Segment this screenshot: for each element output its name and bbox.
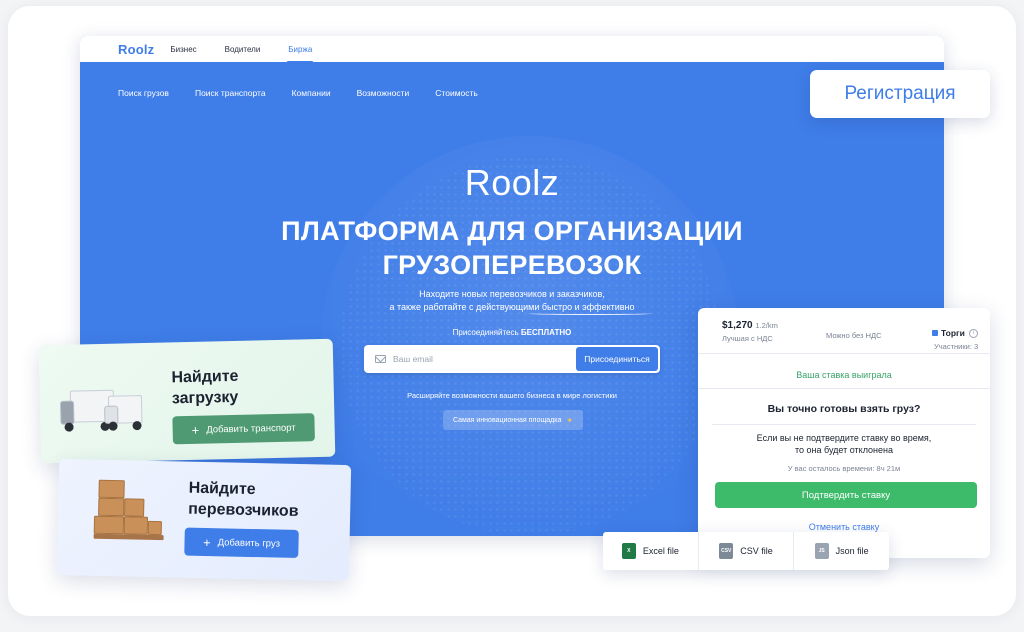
- mail-icon: [375, 355, 386, 363]
- export-excel-label: Excel file: [642, 546, 679, 556]
- bid-warning: Если вы не подтвердите ставку во время, …: [698, 432, 990, 456]
- participants-count: Участники: 3: [934, 342, 979, 351]
- export-csv-label: CSV file: [740, 546, 773, 556]
- confirm-bid-button[interactable]: Подтвердить ставку: [715, 482, 977, 508]
- price-per-km: 1.2/km: [755, 321, 778, 330]
- bid-won-text: Ваша ставка выиграла: [796, 370, 892, 380]
- nav-pricing[interactable]: Стоимость: [435, 88, 478, 98]
- divider: [712, 424, 976, 425]
- bid-timer: У вас осталось времени: 8ч 21м: [787, 464, 901, 473]
- find-cargo-title-line1: Найдите: [171, 367, 239, 387]
- price-value: $1,270: [722, 320, 753, 331]
- auction-text: Торги: [941, 328, 965, 338]
- nav-features[interactable]: Возможности: [357, 88, 410, 98]
- pallet: [93, 533, 164, 541]
- bid-question: Вы точно готовы взять груз?: [767, 403, 921, 415]
- box: [93, 515, 125, 535]
- cancel-bid-link[interactable]: Отменить ставку: [698, 522, 990, 532]
- underline-decoration: [528, 312, 652, 315]
- best-with-vat: Лучшая с НДС: [722, 334, 773, 343]
- boxes-illustration: [93, 476, 175, 544]
- brand-logo-small[interactable]: Roolz: [118, 42, 154, 57]
- json-file-icon: JS: [814, 543, 829, 559]
- van-wheel: [132, 421, 142, 431]
- email-input[interactable]: [393, 354, 576, 364]
- hero-title: ПЛАТФОРМА ДЛЯ ОРГАНИЗАЦИИ ГРУЗОПЕРЕВОЗОК: [80, 214, 944, 282]
- auction-label: Торги i: [932, 328, 978, 338]
- box: [98, 497, 125, 517]
- export-bar: X Excel file CSV CSV file JS Json file: [603, 532, 889, 570]
- join-free: БЕСПЛАТНО: [520, 328, 572, 337]
- export-json-label: Json file: [835, 546, 869, 556]
- main-nav: Поиск грузов Поиск транспорта Компании В…: [118, 88, 504, 98]
- nav-find-transport[interactable]: Поиск транспорта: [195, 88, 266, 98]
- nav-companies[interactable]: Компании: [292, 88, 331, 98]
- add-transport-label: Добавить транспорт: [206, 422, 296, 436]
- rocket-icon: ✦: [566, 415, 574, 425]
- truck-cab-large: [59, 400, 75, 425]
- csv-file-icon: CSV: [719, 543, 734, 559]
- van-wheel: [108, 421, 118, 431]
- find-cargo-title: Найдите загрузку: [171, 366, 239, 410]
- trucks-illustration: [59, 382, 171, 440]
- add-cargo-button[interactable]: + Добавить груз: [184, 527, 299, 558]
- info-icon[interactable]: i: [968, 328, 978, 338]
- add-transport-button[interactable]: + Добавить транспорт: [172, 413, 315, 445]
- nav-find-cargo[interactable]: Поиск грузов: [118, 88, 169, 98]
- join-prefix: Присоединяйтесь: [452, 328, 521, 337]
- bid-warning-line2: то она будет отклонена: [794, 445, 894, 455]
- top-bar: Roolz Бизнес Водители Биржа: [80, 36, 944, 63]
- box: [123, 516, 149, 535]
- join-button[interactable]: Присоединиться: [576, 347, 658, 371]
- hero-logo: Roolz: [464, 162, 560, 203]
- find-cargo-card: Найдите загрузку + Добавить транспорт: [38, 338, 336, 464]
- find-carrier-title: Найдите перевозчиков: [188, 478, 299, 522]
- find-carrier-title-line2: перевозчиков: [188, 500, 299, 520]
- bid-card: $1,270 1.2/km Лучшая с НДС Можно без НДС…: [698, 308, 990, 558]
- no-vat-label: Можно без НДС: [826, 331, 882, 340]
- excel-file-icon: X: [621, 543, 636, 559]
- export-json[interactable]: JS Json file: [794, 532, 889, 570]
- innovation-chip: Самая инновационная площадка ✦: [443, 410, 583, 430]
- hero-title-line2: ГРУЗОПЕРЕВОЗОК: [382, 250, 642, 280]
- topnav-exchange[interactable]: Биржа: [287, 45, 314, 63]
- bid-summary: $1,270 1.2/km Лучшая с НДС Можно без НДС…: [698, 308, 990, 354]
- add-cargo-label: Добавить груз: [217, 536, 281, 550]
- plus-icon: +: [202, 534, 211, 550]
- find-cargo-title-line2: загрузку: [171, 388, 239, 408]
- hero-title-line1: ПЛАТФОРМА ДЛЯ ОРГАНИЗАЦИИ: [281, 216, 743, 246]
- box: [147, 520, 162, 536]
- truck-wheel: [64, 422, 74, 432]
- bid-warning-line1: Если вы не подтвердите ставку во время,: [756, 433, 932, 443]
- box: [124, 498, 145, 517]
- hero-subtitle-line1: Находите новых перевозчиков и заказчиков…: [419, 289, 605, 299]
- divider: [698, 388, 990, 389]
- export-csv[interactable]: CSV CSV file: [699, 532, 795, 570]
- find-carrier-title-line1: Найдите: [188, 479, 256, 499]
- auction-marker-icon: [932, 330, 938, 336]
- bid-price: $1,270 1.2/km: [722, 320, 778, 331]
- export-excel[interactable]: X Excel file: [603, 532, 699, 570]
- find-carrier-card: Найдите перевозчиков + Добавить груз: [56, 458, 352, 582]
- plus-icon: +: [191, 422, 200, 438]
- chip-text: Самая инновационная площадка: [452, 416, 562, 424]
- topnav-business[interactable]: Бизнес: [170, 45, 196, 54]
- register-button[interactable]: Регистрация: [810, 70, 990, 118]
- topnav-drivers[interactable]: Водители: [225, 45, 261, 54]
- email-form: Присоединиться: [364, 345, 660, 373]
- box: [98, 479, 125, 499]
